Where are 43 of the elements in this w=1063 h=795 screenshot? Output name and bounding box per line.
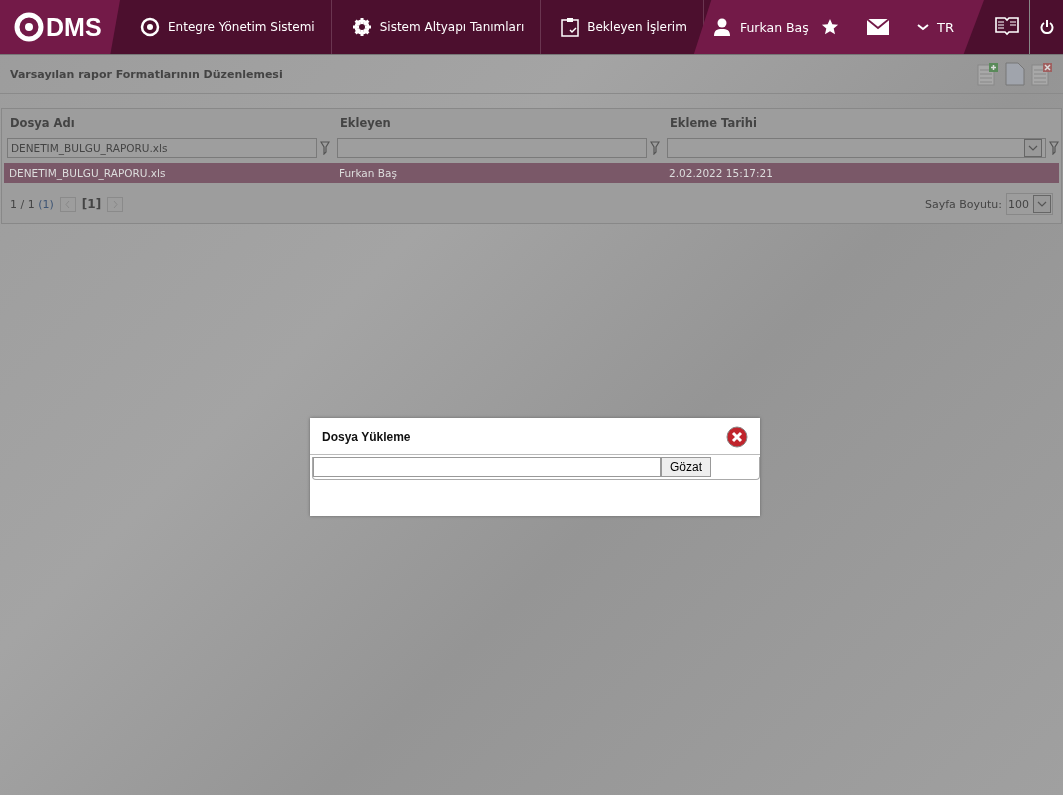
mail-icon[interactable] [867, 19, 889, 35]
book-icon[interactable] [994, 16, 1019, 38]
nav-menu-item[interactable]: Entegre Yönetim Sistemi [120, 0, 332, 54]
dropdown-button[interactable] [1033, 195, 1051, 213]
page-summary: 1 / 1 (1) [10, 197, 54, 211]
column-header[interactable]: Ekleme Tarihi [662, 109, 1061, 137]
table-cell-text: DENETIM_BULGU_RAPORU.xls [8, 166, 167, 182]
power-icon[interactable] [1039, 20, 1054, 34]
column-header[interactable]: Ekleyen [332, 109, 662, 137]
q-logo-icon [140, 17, 160, 37]
file-path-field[interactable] [313, 457, 661, 477]
table-cell-text: 2.02.2022 15:17:21 [668, 166, 774, 181]
page-size-select[interactable]: 100 [1006, 193, 1053, 215]
nav-menu-item[interactable]: Sistem Altyapı Tanımları [331, 0, 542, 54]
filter-field[interactable]: DENETIM_BULGU_RAPORU.xls [7, 138, 317, 158]
filter-field[interactable] [337, 138, 647, 158]
user-icon [713, 18, 730, 36]
add-list-icon[interactable] [977, 62, 999, 86]
dropdown-button[interactable] [1024, 139, 1042, 157]
app-logo[interactable]: DMS [0, 0, 120, 54]
chevron-down-icon[interactable] [917, 23, 929, 31]
filter-field[interactable] [667, 138, 1046, 158]
close-icon[interactable] [726, 426, 748, 448]
delete-list-icon[interactable] [1031, 62, 1053, 86]
star-icon[interactable] [821, 18, 839, 36]
filter-icon[interactable] [1049, 141, 1059, 155]
document-icon[interactable] [1005, 62, 1025, 86]
browse-button[interactable]: Gözat [661, 457, 711, 477]
filter-icon[interactable] [320, 141, 330, 155]
column-header[interactable]: Dosya Adı [2, 109, 332, 137]
current-page[interactable]: [1] [81, 197, 102, 211]
table-cell-text: Furkan Baş [338, 166, 398, 181]
clipboard-icon [561, 17, 580, 37]
q-logo-icon [14, 12, 44, 42]
dialog-title: Dosya Yükleme [322, 430, 411, 444]
language-selector[interactable]: TR [937, 19, 954, 35]
page-title: Varsayılan rapor Formatlarının Düzenlemesi [10, 67, 283, 81]
user-name[interactable]: Furkan Baş [739, 19, 811, 35]
table-row[interactable]: DENETIM_BULGU_RAPORU.xls Furkan Baş 2.02.2022 15:17:21 [4, 163, 1059, 183]
logo-text: DMS [46, 12, 102, 42]
page-size-label: Sayfa Boyutu: [924, 197, 1002, 211]
gear-icon [351, 17, 372, 37]
filter-icon[interactable] [650, 141, 660, 155]
